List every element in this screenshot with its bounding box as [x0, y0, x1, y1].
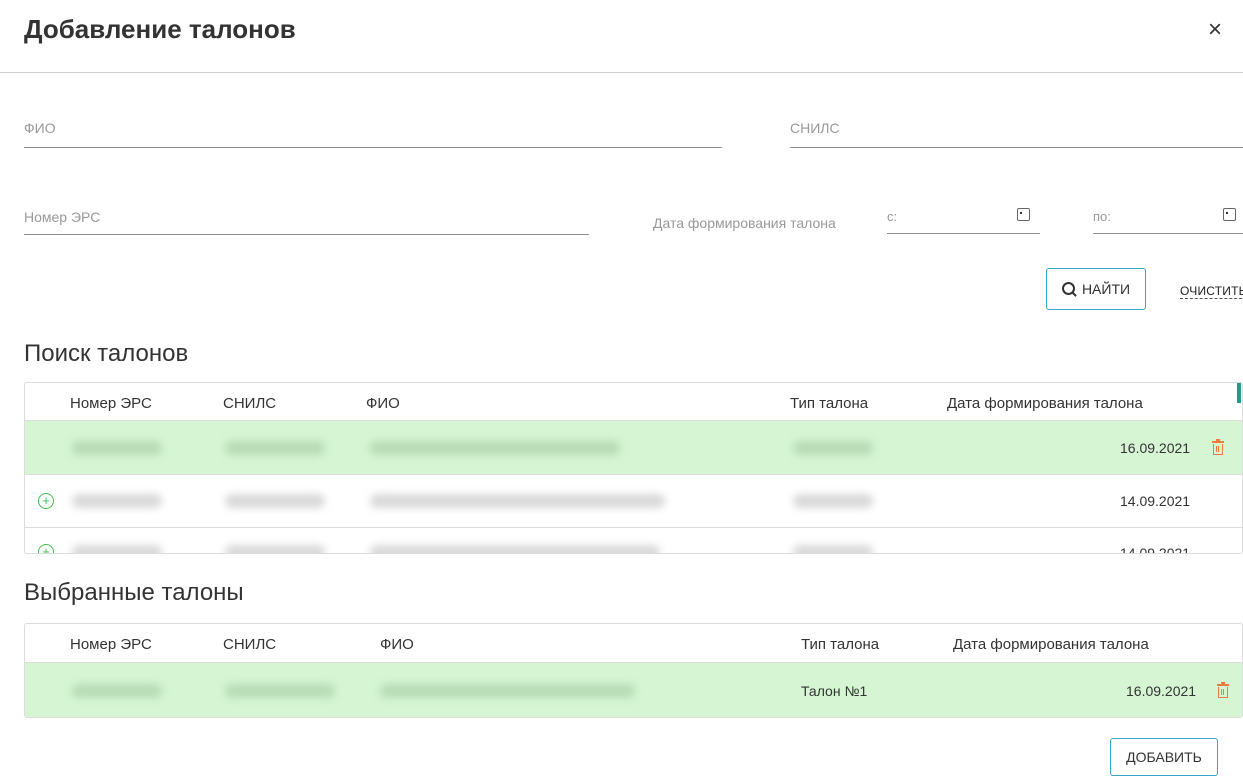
redacted-fio: [370, 545, 660, 553]
trash-icon[interactable]: [1217, 682, 1229, 698]
redacted-snils: [225, 545, 325, 553]
column-header[interactable]: СНИЛС: [223, 636, 276, 653]
row-date: 14.09.2021: [1120, 545, 1191, 554]
add-button[interactable]: ДОБАВИТЬ: [1110, 738, 1218, 776]
find-button[interactable]: НАЙТИ: [1046, 268, 1146, 310]
close-icon[interactable]: ×: [1208, 16, 1222, 44]
trash-icon[interactable]: [1212, 439, 1224, 455]
ers-number-placeholder: Номер ЭРС: [24, 209, 101, 225]
redacted-fio: [370, 441, 620, 455]
redacted-type: [793, 494, 873, 508]
header-divider: [0, 72, 1243, 73]
selected-section-title: Выбранные талоны: [24, 579, 244, 606]
column-header[interactable]: Тип талона: [801, 636, 879, 653]
add-circle-icon[interactable]: +: [38, 544, 54, 553]
table-row[interactable]: 16.09.2021: [25, 420, 1242, 475]
column-header[interactable]: Дата формирования талона: [953, 636, 1149, 653]
redacted-type: [793, 441, 873, 455]
scrollbar-thumb[interactable]: [1237, 383, 1241, 403]
calendar-icon[interactable]: [1223, 208, 1236, 221]
column-header[interactable]: Номер ЭРС: [70, 395, 152, 412]
search-section-title: Поиск талонов: [24, 340, 189, 367]
column-header[interactable]: Дата формирования талона: [947, 395, 1143, 412]
fio-field[interactable]: ФИО: [24, 120, 722, 148]
column-header[interactable]: Тип талона: [790, 395, 868, 412]
date-range-label: Дата формирования талона: [653, 215, 836, 231]
table-row[interactable]: + 14.09.2021: [25, 528, 1242, 554]
date-from-field[interactable]: с:: [887, 208, 1040, 234]
table-row[interactable]: Талон №1 16.09.2021: [25, 662, 1242, 717]
column-header[interactable]: ФИО: [366, 395, 400, 412]
add-circle-icon[interactable]: +: [38, 493, 54, 509]
redacted-fio: [370, 494, 665, 508]
ers-number-field[interactable]: Номер ЭРС: [24, 209, 589, 235]
column-header[interactable]: Номер ЭРС: [70, 636, 152, 653]
redacted-ers: [72, 441, 162, 455]
redacted-fio: [380, 684, 635, 698]
column-header[interactable]: СНИЛС: [223, 395, 276, 412]
find-button-label: НАЙТИ: [1081, 281, 1131, 297]
calendar-icon[interactable]: [1017, 208, 1030, 221]
selected-table: Номер ЭРС СНИЛС ФИО Тип талона Дата форм…: [24, 623, 1243, 718]
redacted-ers: [72, 494, 162, 508]
redacted-type: [793, 545, 873, 553]
date-to-placeholder: по:: [1093, 209, 1111, 224]
dialog-title: Добавление талонов: [24, 14, 296, 44]
search-icon: [1061, 281, 1077, 297]
row-date: 16.09.2021: [1120, 440, 1191, 456]
row-type: Талон №1: [801, 683, 868, 699]
column-header[interactable]: ФИО: [380, 636, 414, 653]
redacted-snils: [225, 441, 325, 455]
date-from-placeholder: с:: [887, 209, 898, 224]
search-table: Номер ЭРС СНИЛС ФИО Тип талона Дата форм…: [24, 382, 1243, 554]
redacted-ers: [72, 545, 162, 553]
snils-field[interactable]: СНИЛС: [790, 120, 1243, 148]
table-row[interactable]: + 14.09.2021: [25, 474, 1242, 528]
snils-placeholder: СНИЛС: [790, 120, 840, 136]
date-to-field[interactable]: по:: [1093, 208, 1243, 234]
row-date: 16.09.2021: [1126, 683, 1197, 699]
redacted-ers: [72, 684, 162, 698]
fio-placeholder: ФИО: [24, 120, 56, 136]
row-date: 14.09.2021: [1120, 493, 1191, 509]
clear-link[interactable]: ОЧИСТИТЬ: [1180, 284, 1243, 299]
redacted-snils: [225, 684, 335, 698]
redacted-snils: [225, 494, 325, 508]
